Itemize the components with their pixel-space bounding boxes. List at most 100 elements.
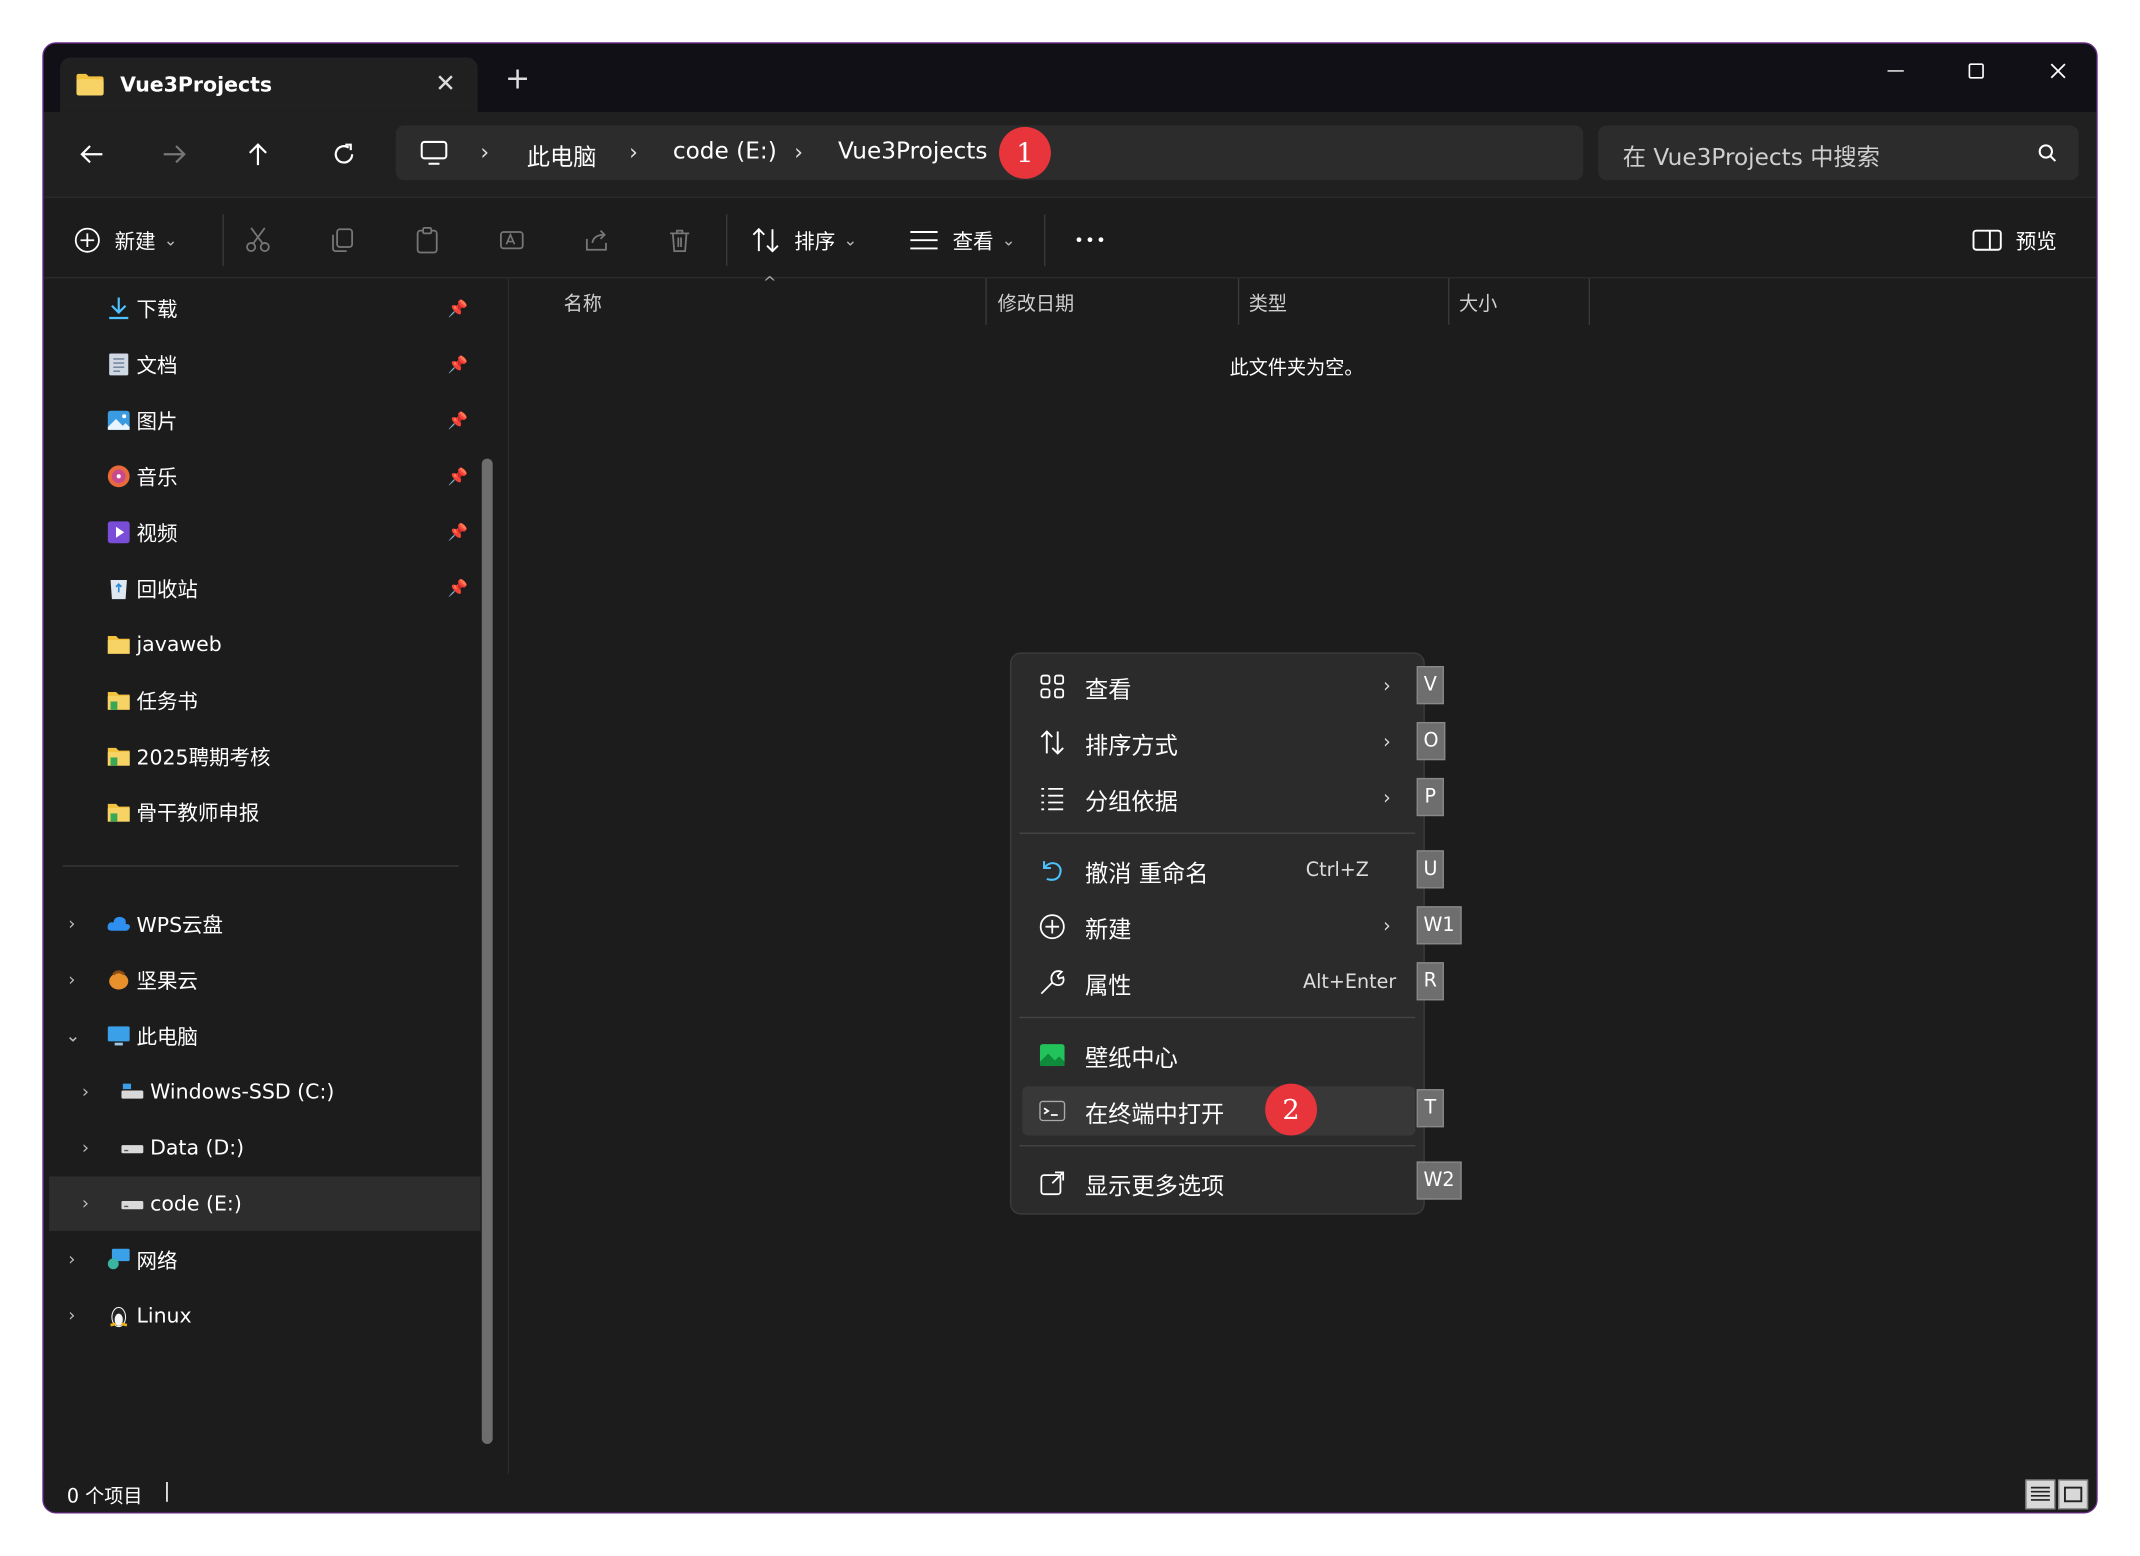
sidebar-item-drive-d[interactable]: › Data (D:) [44,1120,475,1175]
sort-button[interactable]: 排序 ⌄ [751,222,857,257]
menu-item-shortcut: Alt+Enter [1303,971,1397,994]
column-header-type[interactable]: 类型 [1249,289,1287,316]
pin-icon: 📌 [447,298,469,318]
new-tab-button[interactable]: + [505,65,530,96]
cut-button[interactable] [240,222,275,257]
chevron-right-icon[interactable]: › [68,1305,75,1325]
search-input[interactable]: 在 Vue3Projects 中搜索 [1623,138,1880,172]
access-key-hint: R [1416,962,1444,1001]
sidebar-item-wps-cloud[interactable]: › WPS云盘 [44,897,475,952]
menu-item-open-in-terminal[interactable]: 在终端中打开 2 [1022,1083,1416,1136]
column-header-modified[interactable]: 修改日期 [998,289,1074,316]
menu-item-new[interactable]: 新建 › [1022,902,1415,951]
folder-icon [107,747,130,766]
back-button[interactable] [71,134,112,175]
search-box[interactable]: 在 Vue3Projects 中搜索 [1598,125,2079,181]
menu-item-view[interactable]: 查看 › [1022,662,1415,711]
column-divider[interactable] [1237,278,1240,325]
chevron-right-icon[interactable]: › [82,1138,89,1158]
sidebar-item-nutstore[interactable]: › 坚果云 [44,953,475,1008]
address-bar[interactable]: › 此电脑 › code (E:) › Vue3Projects 1 [395,125,1584,181]
sidebar-item-2025-review[interactable]: 2025聘期考核 [44,729,475,784]
paste-button[interactable] [409,222,444,257]
menu-item-properties[interactable]: 属性 Alt+Enter [1022,958,1415,1007]
nutstore-icon [109,970,129,990]
menu-item-group-by[interactable]: 分组依据 › [1022,774,1415,823]
navigation-pane: 下载 📌 文档 📌 图片 📌 音乐 📌 视频 📌 回收站 📌 javaweb 任… [44,278,505,1474]
sidebar-item-label: 此电脑 [136,1024,198,1049]
column-divider[interactable] [1588,278,1590,325]
refresh-button[interactable] [323,134,364,175]
menu-item-sort-by[interactable]: 排序方式 › [1022,718,1415,767]
menu-item-show-more-options[interactable]: 显示更多选项 [1022,1159,1415,1208]
up-button[interactable] [237,134,278,175]
sidebar-item-recycle-bin[interactable]: 回收站 📌 [44,561,475,616]
maximize-button[interactable] [1956,55,1997,88]
sidebar-item-javaweb[interactable]: javaweb [44,617,475,672]
chevron-right-icon[interactable]: › [68,914,75,934]
sidebar-item-downloads[interactable]: 下载 📌 [44,281,475,336]
breadcrumb-this-pc[interactable]: 此电脑 [527,138,597,172]
pin-icon: 📌 [447,466,469,486]
sidebar-scrollbar[interactable] [481,458,493,1444]
breadcrumb-code-drive[interactable]: code (E:) [673,138,777,165]
large-icons-view-button[interactable] [2058,1479,2089,1510]
new-label: 新建 [114,228,156,254]
menu-item-undo-rename[interactable]: 撤消 重命名 Ctrl+Z [1022,846,1415,895]
column-divider[interactable] [985,278,987,325]
sidebar-item-task-book[interactable]: 任务书 [44,673,475,728]
refresh-icon [334,143,354,164]
share-button[interactable] [579,222,614,257]
folder-icon [107,691,130,710]
sidebar-item-music[interactable]: 音乐 📌 [44,449,475,504]
video-icon [107,521,130,544]
sidebar-item-documents[interactable]: 文档 📌 [44,337,475,392]
chevron-right-icon[interactable]: › [68,1249,75,1269]
minimize-button[interactable] [1875,55,1916,88]
new-button[interactable]: 新建 ⌄ [74,222,178,257]
tab-close-icon[interactable]: ✕ [435,70,456,99]
menu-item-label: 撤消 重命名 [1085,860,1209,888]
tab-vue3projects[interactable]: Vue3Projects ✕ [60,57,478,112]
preview-button[interactable]: 预览 [1972,222,2057,257]
chevron-right-icon[interactable]: › [82,1082,89,1102]
open-external-icon [1040,1171,1065,1196]
breadcrumb-vue3projects[interactable]: Vue3Projects [838,138,988,165]
delete-button[interactable] [662,222,697,257]
sidebar-item-this-pc[interactable]: ⌄ 此电脑 [44,1009,475,1064]
tab-title: Vue3Projects [120,72,273,97]
sidebar-item-label: 图片 [136,408,178,434]
sidebar-item-label: 任务书 [136,688,198,714]
forward-button[interactable] [154,134,195,175]
column-divider[interactable] [1448,278,1450,325]
chevron-right-icon[interactable]: › [82,1194,89,1214]
chevron-right-icon[interactable]: › [68,970,75,990]
copy-button[interactable] [325,222,360,257]
sidebar-item-backbone-teacher[interactable]: 骨干教师申报 [44,785,475,840]
status-bar: 0 个项目 | [43,1473,2097,1513]
sidebar-item-linux[interactable]: › Linux [44,1288,475,1343]
access-key-hint: U [1416,850,1445,889]
details-view-button[interactable] [2025,1479,2056,1510]
sidebar-item-pictures[interactable]: 图片 📌 [44,393,475,448]
column-header-name[interactable]: 名称 [564,289,602,316]
close-window-button[interactable] [2038,55,2079,88]
pin-icon: 📌 [447,354,469,374]
view-label: 查看 [952,228,994,254]
sidebar-item-drive-c[interactable]: › Windows-SSD (C:) [44,1065,475,1120]
sidebar-item-label: 坚果云 [136,968,198,993]
sidebar-item-network[interactable]: › 网络 [44,1232,475,1287]
view-button[interactable]: 查看 ⌄ [909,222,1016,257]
sidebar-item-label: 文档 [136,352,178,378]
menu-item-wallpaper-center[interactable]: 壁纸中心 [1022,1030,1415,1079]
menu-item-label: 壁纸中心 [1085,1044,1178,1073]
column-header-size[interactable]: 大小 [1459,289,1497,316]
sidebar-item-drive-e[interactable]: › code (E:) [49,1176,481,1232]
rename-button[interactable] [494,222,529,257]
sort-label: 排序 [794,228,836,254]
menu-separator [1019,1016,1416,1019]
more-options-button[interactable]: ••• [1074,222,1107,257]
sidebar-item-videos[interactable]: 视频 📌 [44,505,475,560]
chevron-down-icon[interactable]: ⌄ [66,1026,81,1046]
paste-icon [416,227,438,254]
